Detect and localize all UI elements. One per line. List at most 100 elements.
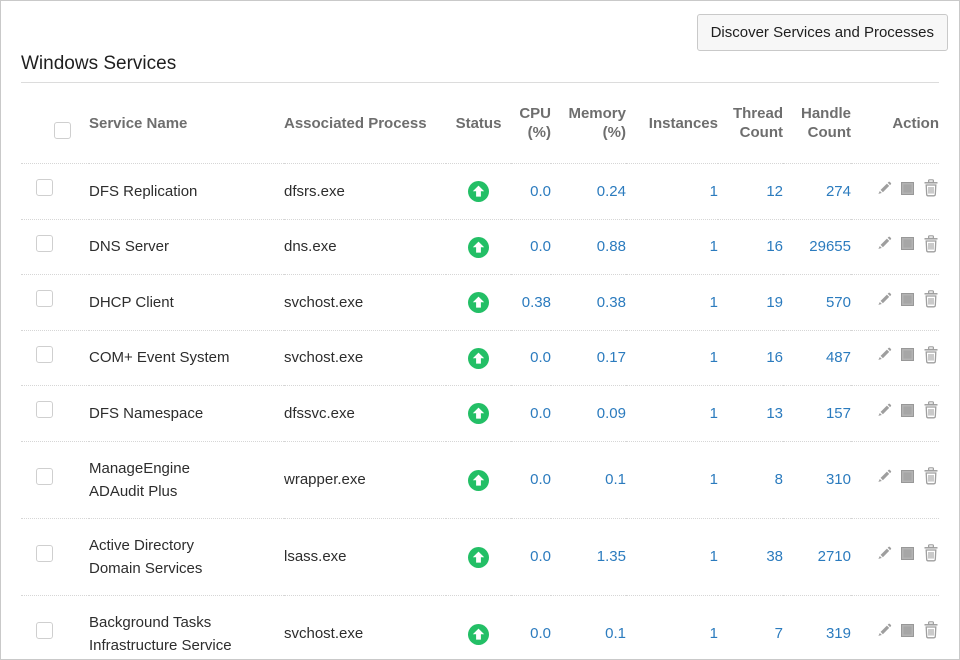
service-name: ManageEngine ADAudit Plus (89, 457, 284, 503)
stop-icon (901, 624, 914, 637)
status-up-icon (468, 181, 489, 202)
edit-icon (875, 235, 892, 252)
instances-value: 1 (626, 468, 718, 491)
delete-action-button[interactable] (923, 346, 939, 364)
handle-count-value: 29655 (783, 235, 851, 258)
service-name: Background Tasks Infrastructure Service (89, 611, 284, 657)
stop-icon (901, 547, 914, 560)
delete-action-button[interactable] (923, 544, 939, 562)
stop-action-button[interactable] (901, 348, 914, 361)
delete-action-button[interactable] (923, 179, 939, 197)
row-checkbox[interactable] (36, 346, 53, 363)
delete-action-button[interactable] (923, 467, 939, 485)
column-header-handle-count: Handle Count (783, 83, 851, 164)
edit-action-button[interactable] (875, 346, 892, 363)
cpu-value: 0.0 (511, 402, 551, 425)
stop-icon (901, 404, 914, 417)
associated-process: dns.exe (284, 235, 446, 258)
select-all-header-cell (21, 83, 89, 164)
services-table-body: DFS Replicationdfsrs.exe 0.00.24112274 D… (21, 164, 939, 660)
associated-process: dfsrs.exe (284, 180, 446, 203)
thread-count-value: 8 (718, 468, 783, 491)
stop-icon (901, 470, 914, 483)
delete-action-button[interactable] (923, 621, 939, 639)
table-row: DNS Serverdns.exe 0.00.8811629655 (21, 219, 939, 275)
stop-action-button[interactable] (901, 624, 914, 637)
column-header-action: Action (851, 83, 939, 164)
edit-action-button[interactable] (875, 291, 892, 308)
row-actions (875, 621, 939, 639)
cpu-value: 0.0 (511, 346, 551, 369)
handle-count-value: 274 (783, 180, 851, 203)
memory-value: 0.88 (551, 235, 626, 258)
thread-count-value: 16 (718, 346, 783, 369)
table-row: DFS Namespacedfssvc.exe 0.00.09113157 (21, 386, 939, 442)
row-checkbox[interactable] (36, 401, 53, 418)
column-header-memory: Memory (%) (551, 83, 626, 164)
row-checkbox[interactable] (36, 235, 53, 252)
memory-value: 0.38 (551, 291, 626, 314)
edit-action-button[interactable] (875, 235, 892, 252)
row-checkbox[interactable] (36, 622, 53, 639)
memory-value: 0.24 (551, 180, 626, 203)
associated-process: svchost.exe (284, 622, 446, 645)
edit-action-button[interactable] (875, 180, 892, 197)
row-checkbox[interactable] (36, 179, 53, 196)
table-row: COM+ Event Systemsvchost.exe 0.00.171164… (21, 330, 939, 386)
stop-action-button[interactable] (901, 547, 914, 560)
associated-process: dfssvc.exe (284, 402, 446, 425)
services-table: Service Name Associated Process Status C… (21, 83, 939, 660)
select-all-checkbox[interactable] (54, 122, 71, 139)
row-actions (875, 179, 939, 197)
column-header-instances: Instances (626, 83, 718, 164)
delete-icon (923, 179, 939, 197)
row-checkbox[interactable] (36, 290, 53, 307)
memory-value: 0.1 (551, 468, 626, 491)
row-checkbox[interactable] (36, 468, 53, 485)
stop-action-button[interactable] (901, 293, 914, 306)
discover-services-button[interactable]: Discover Services and Processes (697, 14, 948, 51)
edit-action-button[interactable] (875, 468, 892, 485)
row-checkbox[interactable] (36, 545, 53, 562)
cpu-value: 0.0 (511, 235, 551, 258)
stop-icon (901, 237, 914, 250)
table-row: ManageEngine ADAudit Pluswrapper.exe 0.0… (21, 441, 939, 518)
associated-process: svchost.exe (284, 291, 446, 314)
edit-action-button[interactable] (875, 402, 892, 419)
delete-action-button[interactable] (923, 235, 939, 253)
delete-icon (923, 467, 939, 485)
handle-count-value: 310 (783, 468, 851, 491)
delete-icon (923, 401, 939, 419)
stop-action-button[interactable] (901, 182, 914, 195)
delete-action-button[interactable] (923, 290, 939, 308)
stop-icon (901, 348, 914, 361)
table-row: DHCP Clientsvchost.exe 0.380.38119570 (21, 275, 939, 331)
status-up-icon (468, 403, 489, 424)
table-row: Active Directory Domain Serviceslsass.ex… (21, 518, 939, 595)
associated-process: wrapper.exe (284, 468, 446, 491)
delete-action-button[interactable] (923, 401, 939, 419)
instances-value: 1 (626, 402, 718, 425)
instances-value: 1 (626, 545, 718, 568)
status-up-icon (468, 470, 489, 491)
stop-action-button[interactable] (901, 237, 914, 250)
service-name: DNS Server (89, 235, 284, 258)
stop-action-button[interactable] (901, 404, 914, 417)
memory-value: 0.09 (551, 402, 626, 425)
cpu-value: 0.0 (511, 545, 551, 568)
service-name: DFS Replication (89, 180, 284, 203)
memory-value: 0.17 (551, 346, 626, 369)
column-header-service-name: Service Name (89, 83, 284, 164)
row-actions (875, 235, 939, 253)
thread-count-value: 13 (718, 402, 783, 425)
row-actions (875, 467, 939, 485)
edit-icon (875, 291, 892, 308)
status-up-icon (468, 547, 489, 568)
edit-action-button[interactable] (875, 622, 892, 639)
stop-action-button[interactable] (901, 470, 914, 483)
column-header-thread-count: Thread Count (718, 83, 783, 164)
column-header-associated-process: Associated Process (284, 83, 446, 164)
status-up-icon (468, 237, 489, 258)
thread-count-value: 7 (718, 622, 783, 645)
edit-action-button[interactable] (875, 545, 892, 562)
